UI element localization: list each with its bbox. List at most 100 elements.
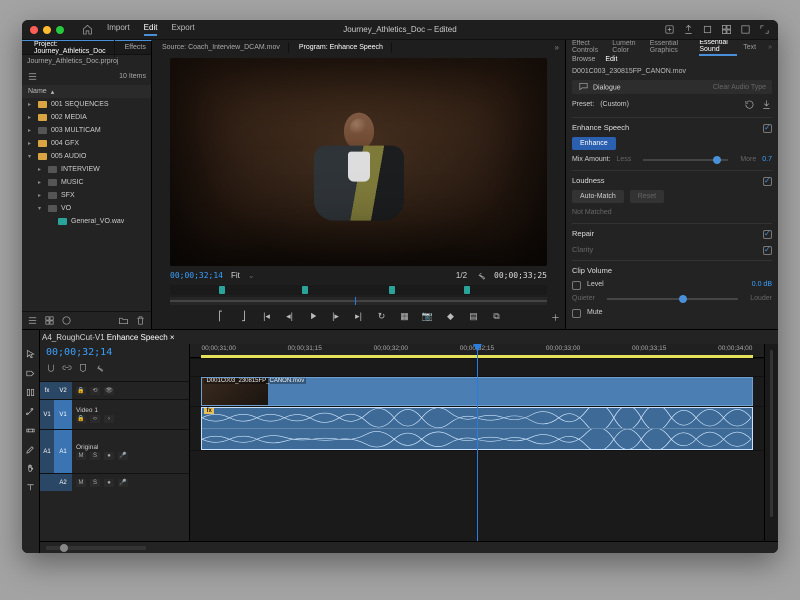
play-button[interactable] <box>306 309 320 323</box>
twirl-icon[interactable]: ▸ <box>38 180 44 186</box>
v2-toggle[interactable]: 👁 <box>104 387 114 395</box>
twirl-icon[interactable]: ▸ <box>38 167 44 173</box>
panel-overflow-icon[interactable]: » <box>768 44 772 51</box>
workspace-import[interactable]: Import <box>107 23 130 36</box>
trash-icon[interactable] <box>135 315 146 326</box>
multicam-button[interactable]: ▤ <box>467 309 481 323</box>
help-icon[interactable] <box>740 24 751 35</box>
loudness-toggle[interactable] <box>763 177 772 186</box>
close-window[interactable] <box>30 26 38 34</box>
v1-name[interactable]: Video 1 <box>76 407 185 414</box>
preset-value[interactable]: (Custom) <box>600 101 629 108</box>
settings-icon[interactable] <box>94 363 104 373</box>
bin-row[interactable]: ▸004 GFX <box>22 137 151 150</box>
marker-add-icon[interactable] <box>78 363 88 373</box>
zoom-slider[interactable] <box>46 546 146 550</box>
home-icon[interactable] <box>82 23 93 36</box>
panel-menu-icon[interactable]: » <box>555 43 565 52</box>
project-tab[interactable]: Project: Journey_Athletics_Doc <box>26 39 115 57</box>
bin-row[interactable]: ▸INTERVIEW <box>22 163 151 176</box>
linked-selection-icon[interactable] <box>62 363 72 373</box>
comparison-button[interactable]: ⧉ <box>490 309 504 323</box>
source-patch-fx[interactable]: fx <box>40 382 54 399</box>
marker[interactable] <box>302 286 308 294</box>
ess-edit[interactable]: Edit <box>605 56 617 63</box>
bin-row[interactable]: ▸001 SEQUENCES <box>22 98 151 111</box>
step-fwd-button[interactable]: |▸ <box>329 309 343 323</box>
level-checkbox[interactable] <box>572 281 581 290</box>
track-select-tool[interactable] <box>25 367 37 379</box>
level-slider[interactable] <box>607 298 738 300</box>
hand-tool[interactable] <box>25 462 37 474</box>
loop-button[interactable]: ↻ <box>375 309 389 323</box>
mark-in-button[interactable]: ⎡ <box>214 309 228 323</box>
a1-solo[interactable]: S <box>90 452 100 460</box>
timeline-clips-area[interactable]: 00;00;31;0000;00;31;1500;00;32;0000;00;3… <box>190 344 764 541</box>
enhance-speech-toggle[interactable] <box>763 124 772 133</box>
effects-tab[interactable]: Effects <box>117 42 155 53</box>
quick-export-icon[interactable] <box>664 24 675 35</box>
minimize-window[interactable] <box>43 26 51 34</box>
workspace-edit[interactable]: Edit <box>144 23 158 36</box>
bin-row[interactable]: ▸003 MULTICAM <box>22 124 151 137</box>
enhance-button[interactable]: Enhance <box>572 137 616 150</box>
a1-rec[interactable]: ● <box>104 452 114 460</box>
program-monitor-viewport[interactable] <box>170 58 547 266</box>
marker[interactable] <box>389 286 395 294</box>
go-in-button[interactable]: |◂ <box>260 309 274 323</box>
progress-icon[interactable] <box>702 24 713 35</box>
level-value[interactable]: 0.0 dB <box>752 281 772 288</box>
share-icon[interactable] <box>683 24 694 35</box>
program-tc-left[interactable]: 00;00;32;14 <box>170 271 223 280</box>
marker-button[interactable]: ◆ <box>444 309 458 323</box>
v2-sync[interactable]: ⟲ <box>90 387 100 395</box>
thumbnail-icon[interactable] <box>44 315 55 326</box>
v2-lock[interactable]: 🔒 <box>76 387 86 395</box>
twirl-icon[interactable]: ▸ <box>38 193 44 199</box>
twirl-icon[interactable]: ▸ <box>28 141 34 147</box>
a1-name[interactable]: Original <box>76 444 185 451</box>
marker-bar[interactable] <box>170 285 547 295</box>
new-bin-icon[interactable] <box>118 315 129 326</box>
go-out-button[interactable]: ▸| <box>352 309 366 323</box>
a2-rec[interactable]: ● <box>104 479 114 487</box>
a1-mute[interactable]: M <box>76 452 86 460</box>
ripple-tool[interactable] <box>25 386 37 398</box>
clear-audio-type[interactable]: Clear Audio Type <box>713 84 766 91</box>
source-patch-a1[interactable]: A1 <box>40 430 54 473</box>
wrench-icon[interactable] <box>475 270 486 281</box>
source-patch-v1[interactable]: V1 <box>40 400 54 429</box>
twirl-icon[interactable] <box>48 219 54 225</box>
source-patch-a2[interactable] <box>40 474 54 491</box>
list-view-icon[interactable] <box>27 71 38 82</box>
clip-volume-section[interactable]: Clip Volume <box>572 266 612 275</box>
bin-row[interactable]: ▸SFX <box>22 189 151 202</box>
razor-tool[interactable] <box>25 405 37 417</box>
ess-browse[interactable]: Browse <box>572 56 595 63</box>
preset-save-icon[interactable] <box>761 99 772 110</box>
clarity-section[interactable]: Clarity <box>572 245 593 254</box>
mix-value[interactable]: 0.7 <box>762 156 772 163</box>
name-column-header[interactable]: Name ▴ <box>22 85 151 98</box>
twirl-icon[interactable]: ▸ <box>28 102 34 108</box>
list-icon[interactable] <box>27 315 38 326</box>
twirl-icon[interactable]: ▸ <box>28 115 34 121</box>
source-monitor-tab[interactable]: Source: Coach_Interview_DCAM.mov <box>154 42 289 53</box>
mark-out-button[interactable]: ⎦ <box>237 309 251 323</box>
export-frame-button[interactable]: 📷 <box>421 309 435 323</box>
audio-type-tag[interactable]: Dialogue <box>593 84 621 91</box>
bin-row[interactable]: General_VO.wav <box>22 215 151 228</box>
bin-row[interactable]: ▸MUSIC <box>22 176 151 189</box>
workspaces-icon[interactable] <box>721 24 732 35</box>
scrub-bar[interactable] <box>170 297 547 305</box>
safe-margins-button[interactable]: ▦ <box>398 309 412 323</box>
mix-slider[interactable] <box>643 159 728 161</box>
marker[interactable] <box>464 286 470 294</box>
v1-collapse[interactable]: ‹› <box>90 415 100 423</box>
type-tool[interactable] <box>25 481 37 493</box>
twirl-icon[interactable]: ▾ <box>38 206 44 212</box>
button-editor-icon[interactable] <box>550 312 561 323</box>
repair-toggle[interactable] <box>763 230 772 239</box>
zoom-window[interactable] <box>56 26 64 34</box>
a2-mute[interactable]: M <box>76 479 86 487</box>
